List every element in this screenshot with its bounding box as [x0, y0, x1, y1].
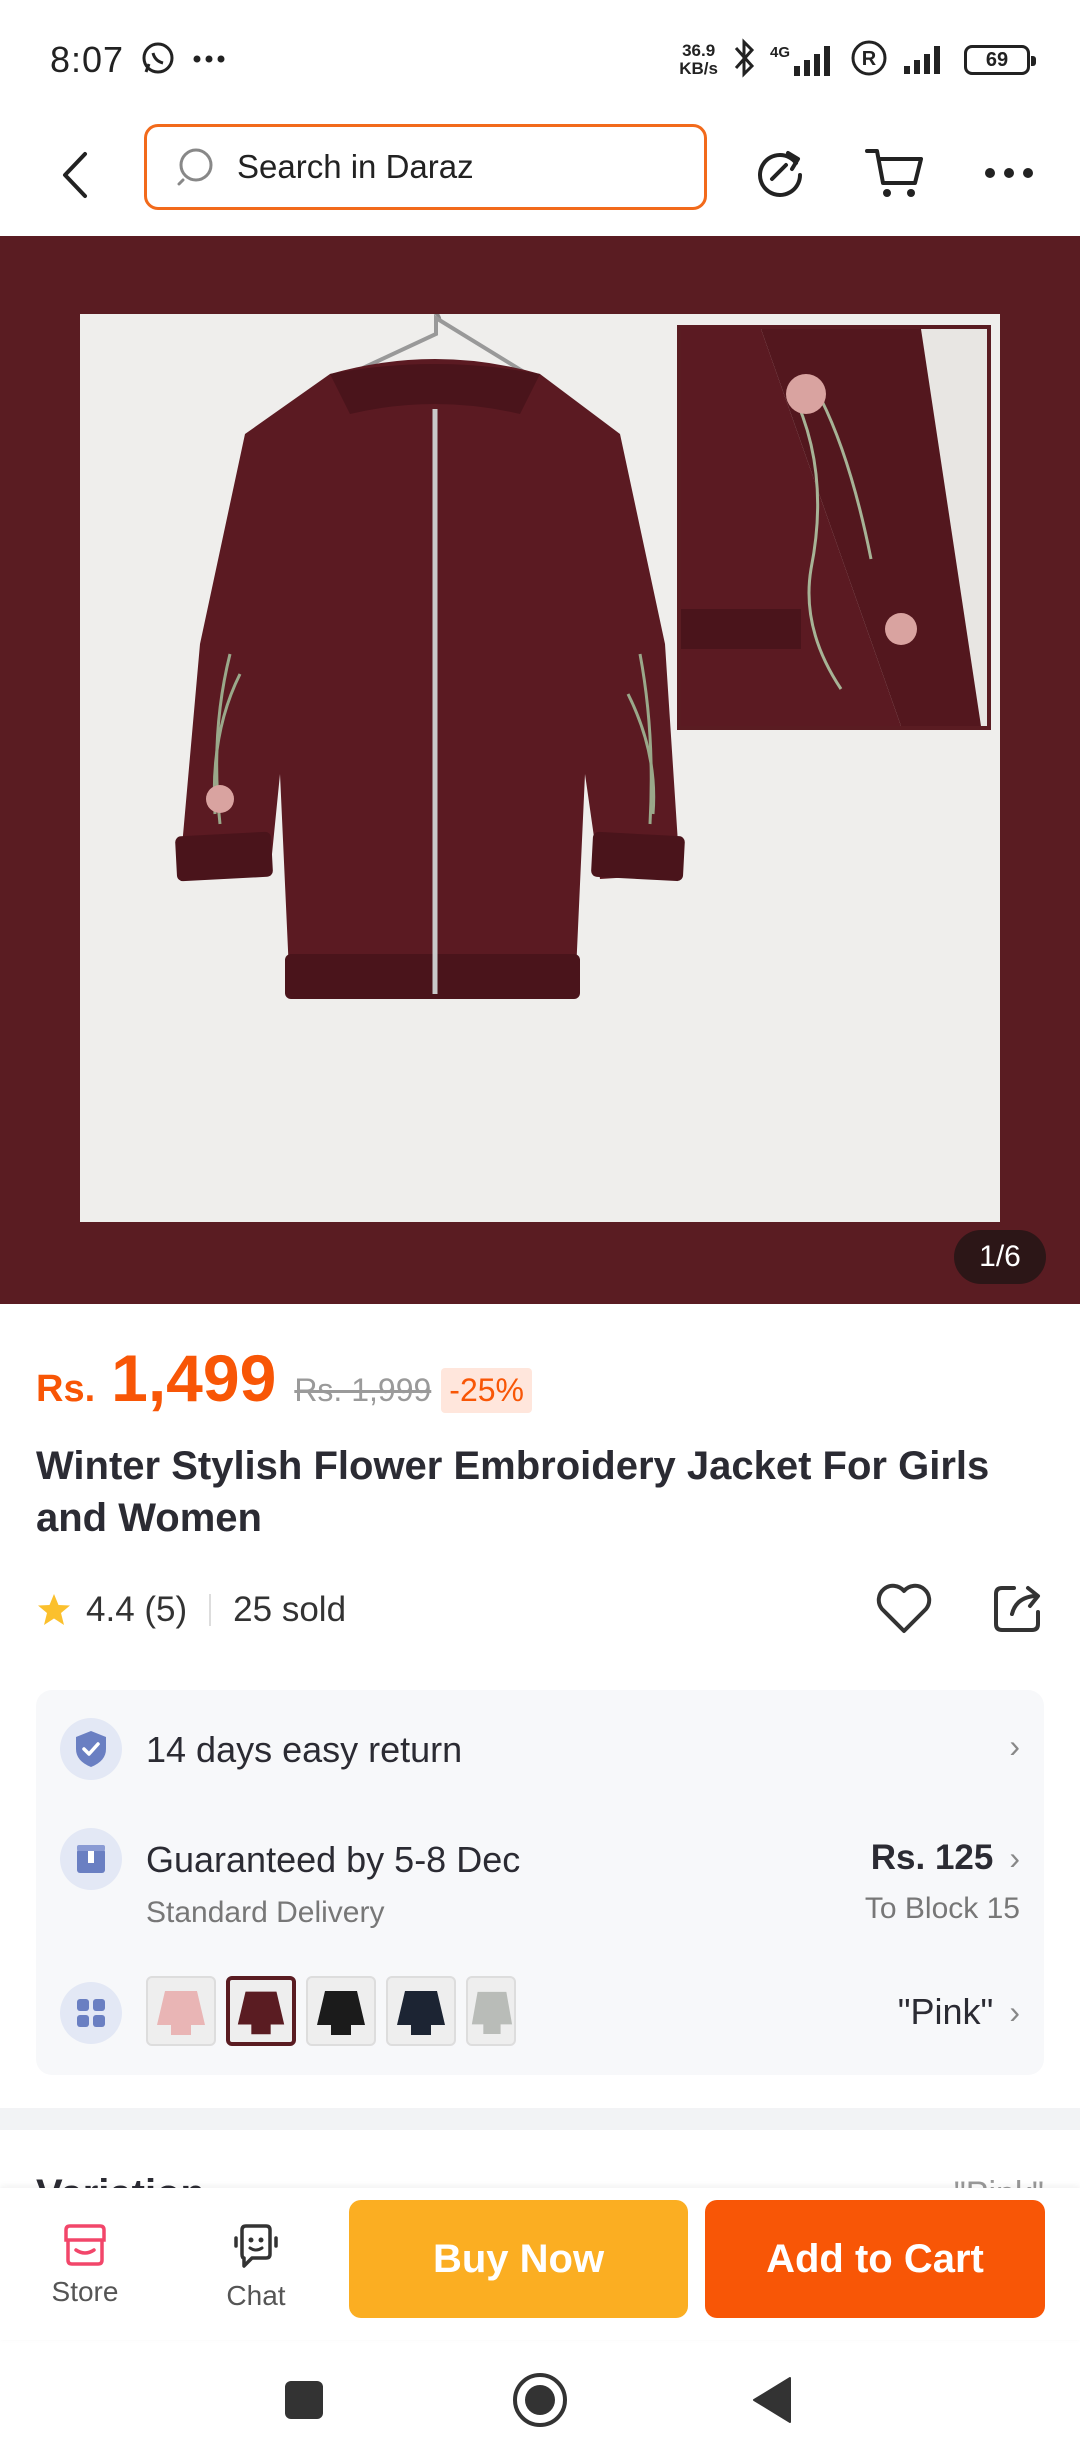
swatch-pink[interactable] [146, 1976, 216, 2046]
delivery-type: Standard Delivery [146, 1896, 385, 1929]
share-button[interactable] [990, 1580, 1046, 1641]
search-placeholder: Search in Daraz [237, 148, 474, 185]
whatsapp-icon [140, 40, 176, 81]
swatch-navy[interactable] [386, 1976, 456, 2046]
net-speed: 36.9 KB/s [679, 41, 718, 78]
delivery-fee: Rs. 125 [870, 1838, 994, 1877]
image-counter: 1/6 [954, 1230, 1046, 1284]
original-price: Rs. 1,999 [294, 1372, 432, 1408]
status-time: 8:07 [50, 39, 125, 80]
share-refresh-icon [758, 151, 802, 197]
detail-inset-image [677, 325, 991, 730]
price-currency: Rs. [36, 1368, 96, 1410]
top-navigation: Search in Daraz [0, 120, 1080, 232]
wishlist-button[interactable] [874, 1581, 934, 1640]
svg-text:R: R [862, 48, 877, 70]
back-button[interactable] [40, 140, 110, 210]
system-back-button[interactable] [742, 2370, 802, 2430]
rating-value[interactable]: 4.4 (5) [86, 1590, 187, 1630]
chevron-right-icon: › [1009, 1993, 1020, 2030]
delivery-location: To Block 15 [864, 1892, 1020, 1925]
store-button[interactable]: Store [30, 2224, 140, 2308]
battery-indicator: 69 [964, 45, 1036, 75]
registered-icon: R [850, 39, 888, 82]
current-price: 1,499 [111, 1341, 277, 1415]
cart-icon [865, 149, 923, 197]
more-options-button[interactable] [974, 138, 1044, 208]
delivery-row[interactable]: Guaranteed by 5-8 Dec Standard Delivery … [60, 1828, 1020, 1930]
chat-button[interactable]: Chat [201, 2224, 311, 2312]
back-arrow-icon [63, 152, 87, 198]
grid-icon [60, 1982, 122, 2044]
product-image-gallery[interactable]: 1/6 [0, 236, 1080, 1304]
swatch-grey[interactable] [466, 1976, 516, 2046]
swatch-maroon[interactable] [226, 1976, 296, 2046]
heart-icon [876, 1583, 932, 1633]
chevron-right-icon: › [1009, 1728, 1020, 1764]
sold-count: 25 sold [233, 1590, 347, 1629]
returns-text: 14 days easy return [146, 1729, 463, 1770]
color-swatches [146, 1976, 516, 2046]
share-icon [994, 1585, 1040, 1632]
shield-icon [60, 1718, 122, 1780]
search-icon [177, 148, 213, 186]
selected-variant: "Pink" [897, 1991, 994, 2032]
square-icon [285, 2381, 323, 2419]
discount-badge: -25% [441, 1368, 532, 1413]
status-bar: 8:07 36.9 KB/s 4G R 69 [0, 0, 1080, 120]
section-separator [0, 2108, 1080, 2130]
product-photo [80, 310, 1000, 1222]
returns-row[interactable]: 14 days easy return › [60, 1718, 1020, 1780]
swatch-black[interactable] [306, 1976, 376, 2046]
search-input[interactable]: Search in Daraz [144, 124, 707, 210]
buy-now-button[interactable]: Buy Now [349, 2200, 688, 2318]
service-info-card: 14 days easy return › Guaranteed by 5-8 … [36, 1690, 1044, 2075]
signal-4g: 4G [770, 44, 836, 76]
chat-icon [234, 2224, 278, 2268]
delivery-title: Guaranteed by 5-8 Dec [146, 1839, 521, 1880]
delivery-box-icon [60, 1828, 122, 1890]
variant-row[interactable]: "Pink" › [60, 1976, 1020, 2046]
home-button[interactable] [510, 2370, 570, 2430]
home-circle-icon [513, 2373, 567, 2427]
cart-button[interactable] [860, 138, 930, 208]
triangle-back-icon [753, 2377, 791, 2423]
price-row: Rs. 1,499 Rs. 1,999 -25% [36, 1340, 532, 1416]
divider [209, 1594, 212, 1626]
chevron-right-icon: › [1009, 1839, 1020, 1876]
recents-button[interactable] [274, 2370, 334, 2430]
bottom-action-bar: Store Chat Buy Now Add to Cart [0, 2188, 1080, 2340]
system-navigation-bar [0, 2340, 1080, 2460]
product-title: Winter Stylish Flower Embroidery Jacket … [36, 1444, 990, 1540]
star-icon [38, 1594, 70, 1625]
share-refresh-button[interactable] [745, 138, 815, 208]
store-icon [64, 2224, 106, 2266]
rating-row: 4.4 (5) 25 sold [36, 1580, 1046, 1640]
bluetooth-icon [732, 37, 756, 83]
add-to-cart-button[interactable]: Add to Cart [705, 2200, 1045, 2318]
signal-icon [794, 46, 830, 76]
more-dots-icon [985, 168, 1033, 178]
variation-section-peek: Variation "Pink" [36, 2170, 1044, 2188]
more-dots-icon [192, 51, 226, 69]
signal-icon [902, 42, 950, 79]
